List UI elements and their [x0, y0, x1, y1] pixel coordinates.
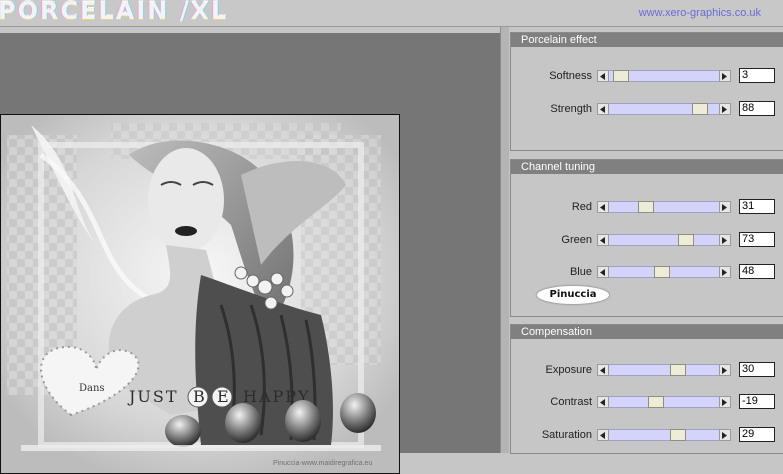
arrow-right-icon[interactable]: [719, 266, 731, 278]
contrast-row: Contrast -19: [511, 394, 783, 411]
green-thumb[interactable]: [678, 234, 694, 246]
preview-area: Dans JUST B E HAPPY Pinuccia-www.maidire…: [0, 33, 500, 474]
strength-label: Strength: [550, 103, 592, 115]
red-slider[interactable]: [597, 201, 731, 213]
arrow-right-icon[interactable]: [719, 103, 731, 115]
softness-slider[interactable]: [597, 70, 731, 82]
compensation-panel: Compensation Exposure 30 Contrast -19 Sa…: [510, 324, 783, 454]
panel-title-porcelain: Porcelain effect: [511, 33, 783, 47]
arrow-left-icon[interactable]: [597, 103, 609, 115]
saturation-slider[interactable]: [597, 429, 731, 441]
saturation-row: Saturation 29: [511, 427, 783, 444]
bubble-text: Dans: [79, 383, 105, 394]
saturation-thumb[interactable]: [670, 429, 686, 441]
signature-badge: Pinuccia: [537, 286, 609, 304]
softness-row: Softness 3: [511, 68, 783, 85]
contrast-label: Contrast: [550, 396, 592, 408]
arrow-left-icon[interactable]: [597, 201, 609, 213]
contrast-track[interactable]: [609, 396, 719, 408]
strength-row: Strength 88: [511, 101, 783, 118]
red-row: Red 31: [511, 199, 783, 216]
saturation-label: Saturation: [541, 429, 592, 441]
arrow-left-icon[interactable]: [597, 429, 609, 441]
arrow-right-icon[interactable]: [719, 429, 731, 441]
green-value[interactable]: 73: [739, 232, 775, 247]
exposure-label: Exposure: [545, 364, 592, 376]
arrow-right-icon[interactable]: [719, 396, 731, 408]
green-label: Green: [561, 234, 592, 246]
preview-frame: Dans JUST B E HAPPY Pinuccia-www.maidire…: [0, 114, 400, 474]
contrast-thumb[interactable]: [648, 396, 664, 408]
blue-track[interactable]: [609, 266, 719, 278]
softness-value[interactable]: 3: [739, 68, 775, 83]
arrow-right-icon[interactable]: [719, 70, 731, 82]
panel-title-channel: Channel tuning: [511, 160, 783, 174]
exposure-track[interactable]: [609, 364, 719, 376]
arrow-right-icon[interactable]: [719, 234, 731, 246]
exposure-thumb[interactable]: [670, 364, 686, 376]
strength-slider[interactable]: [597, 103, 731, 115]
saturation-track[interactable]: [609, 429, 719, 441]
softness-label: Softness: [549, 70, 592, 82]
caption-just: JUST: [127, 387, 179, 406]
strength-track[interactable]: [609, 103, 719, 115]
app-title: PORCELAIN /XL: [0, 0, 229, 25]
arrow-right-icon[interactable]: [719, 364, 731, 376]
exposure-row: Exposure 30: [511, 362, 783, 379]
contrast-slider[interactable]: [597, 396, 731, 408]
blue-label: Blue: [569, 266, 592, 278]
arrow-left-icon[interactable]: [597, 266, 609, 278]
saturation-value[interactable]: 29: [739, 427, 775, 442]
arrow-right-icon[interactable]: [719, 201, 731, 213]
green-row: Green 73: [511, 232, 783, 249]
panel-title-compensation: Compensation: [511, 325, 783, 339]
softness-track[interactable]: [609, 70, 719, 82]
strength-thumb[interactable]: [692, 103, 708, 115]
red-value[interactable]: 31: [739, 199, 775, 214]
exposure-value[interactable]: 30: [739, 362, 775, 377]
porcelain-effect-panel: Porcelain effect Softness 3 Strength 88: [510, 32, 783, 151]
strength-value[interactable]: 88: [739, 101, 775, 116]
arrow-left-icon[interactable]: [597, 396, 609, 408]
arrow-left-icon[interactable]: [597, 364, 609, 376]
panel-divider: [500, 27, 509, 453]
blue-slider[interactable]: [597, 266, 731, 278]
red-track[interactable]: [609, 201, 719, 213]
watermark: Pinuccia-www.maidiregrafica.eu: [273, 460, 373, 467]
title-bar: PORCELAIN /XL www.xero-graphics.co.uk: [0, 0, 783, 27]
contrast-value[interactable]: -19: [739, 394, 775, 409]
green-slider[interactable]: [597, 234, 731, 246]
channel-tuning-panel: Channel tuning Red 31 Green 73 Blue 48 P…: [510, 159, 783, 317]
blue-row: Blue 48: [511, 264, 783, 281]
exposure-slider[interactable]: [597, 364, 731, 376]
blue-value[interactable]: 48: [739, 264, 775, 279]
caption-e: E: [217, 387, 231, 406]
red-label: Red: [571, 201, 592, 213]
preview-image: Dans JUST B E HAPPY Pinuccia-www.maidire…: [1, 115, 399, 473]
website-link[interactable]: www.xero-graphics.co.uk: [639, 7, 761, 19]
caption-b: B: [193, 387, 207, 406]
arrow-left-icon[interactable]: [597, 70, 609, 82]
blue-thumb[interactable]: [654, 266, 670, 278]
softness-thumb[interactable]: [613, 70, 629, 82]
green-track[interactable]: [609, 234, 719, 246]
arrow-left-icon[interactable]: [597, 234, 609, 246]
red-thumb[interactable]: [638, 201, 654, 213]
